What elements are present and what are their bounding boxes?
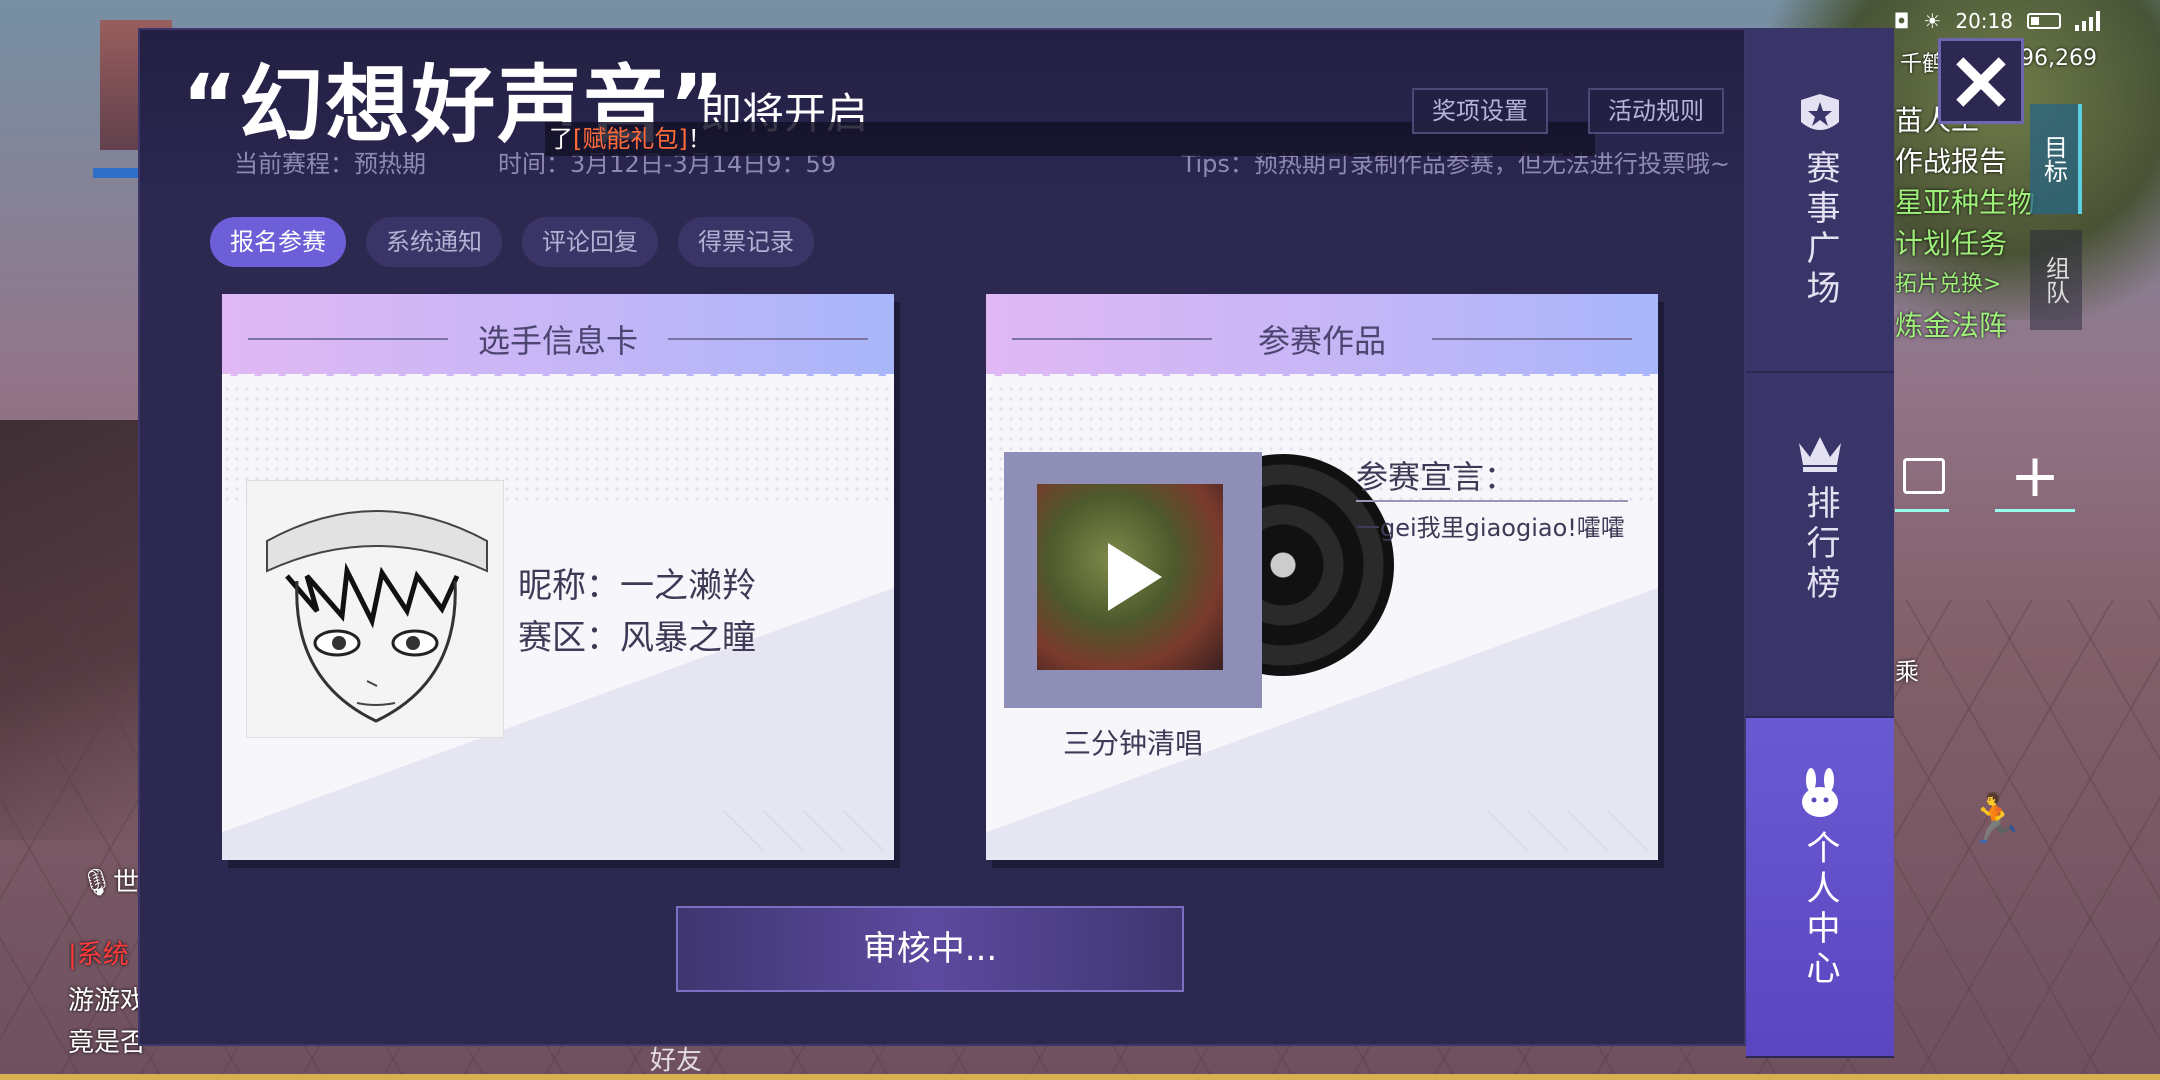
card-decoration [1488, 808, 1648, 854]
modal-header: “幻想好声音” 即将开启 当前赛程：预热期 时间：3月12日-3月14日9：59… [140, 30, 1744, 185]
player-avatar[interactable] [246, 480, 504, 738]
marquee-highlight: [赋能礼包] [573, 125, 688, 153]
tab-bar: 报名参赛 系统通知 评论回复 得票记录 [210, 217, 814, 267]
hud-score: 96,269 [2020, 46, 2097, 71]
tab-notifications[interactable]: 系统通知 [366, 217, 502, 267]
player-info-card: 选手信息卡 昵称：一之濑羚 赛区：风暴之瞳 [222, 294, 894, 860]
play-icon[interactable] [1108, 543, 1162, 611]
award-settings-button[interactable]: 奖项设置 [1412, 88, 1548, 134]
card-decoration [724, 808, 884, 854]
chat-line: |系统 [68, 940, 129, 970]
nav-leaderboard[interactable]: 排行榜 [1746, 373, 1894, 718]
battery-icon [2027, 13, 2061, 29]
crown-icon [1799, 437, 1841, 472]
signal-icon [2075, 11, 2100, 31]
card-title: 选手信息卡 [477, 322, 638, 360]
entry-works-card: 参赛作品 三分钟清唱 参赛宣言： 一gei我里giaogiao!嚯嚯 [986, 294, 1658, 860]
close-icon[interactable] [1938, 38, 2024, 124]
clock: 20:18 [1955, 9, 2013, 33]
mic-icon: 🎙 [80, 868, 114, 898]
chat-line: 游游戏 [68, 986, 147, 1016]
brightness-icon: ☀ [1923, 9, 1942, 33]
status-bar: ◘ ☀ 20:18 [1894, 6, 2100, 36]
quest-line: 作战报告 [1895, 145, 2008, 178]
voice-chat[interactable]: 🎙世 [80, 862, 139, 899]
nav-event-plaza[interactable]: 赛事广场 [1746, 28, 1894, 373]
nav-label: 赛事广场 [1800, 150, 1840, 310]
tab-comment-replies[interactable]: 评论回复 [522, 217, 658, 267]
quest-line: 星亚种生物 [1895, 186, 2036, 219]
phase-text: 当前赛程：预热期 [234, 150, 426, 178]
player-nickname: 昵称：一之濑羚 [518, 566, 756, 606]
cover-image [1037, 484, 1223, 670]
side-nav: 赛事广场 排行榜 个人中心 [1746, 28, 1894, 1058]
work-cover[interactable] [1004, 452, 1262, 708]
star-icon [1801, 94, 1839, 130]
ride-label[interactable]: 乘 [1895, 652, 1919, 687]
work-name: 三分钟清唱 [1062, 727, 1203, 760]
player-zone: 赛区：风暴之瞳 [518, 618, 756, 658]
rules-button[interactable]: 活动规则 [1588, 88, 1724, 134]
tab-register[interactable]: 报名参赛 [210, 217, 346, 267]
quest-line: 炼金法阵 [1895, 309, 2008, 342]
quest-line: 拓片兑换> [1895, 272, 2002, 297]
camera-icon: ◘ [1893, 9, 1910, 33]
target-tab[interactable]: 目标 [2030, 104, 2082, 214]
bottom-strip [0, 1074, 2160, 1080]
quest-tracker[interactable]: 苗人工 作战报告 星亚种生物 计划任务 拓片兑换> 炼金法阵 [1895, 100, 2035, 346]
declaration-label: 参赛宣言： [1356, 452, 1628, 502]
quest-line: 计划任务 [1895, 227, 2008, 260]
chat-line: 竟是否 [68, 1028, 147, 1058]
sprint-icon[interactable]: 🏃 [1965, 790, 2025, 847]
event-modal: “幻想好声音” 即将开启 当前赛程：预热期 时间：3月12日-3月14日9：59… [138, 28, 1746, 1046]
declaration-text: 一gei我里giaogiao!嚯嚯 [1356, 514, 1625, 542]
bag-icon[interactable] [1895, 440, 1949, 512]
rabbit-icon [1802, 768, 1838, 817]
review-status-button[interactable]: 审核中... [676, 906, 1184, 992]
tab-vote-records[interactable]: 得票记录 [678, 217, 814, 267]
nav-label: 排行榜 [1800, 485, 1840, 605]
card-title: 参赛作品 [1257, 322, 1386, 360]
nav-personal-center[interactable]: 个人中心 [1746, 718, 1894, 1058]
nav-label: 个人中心 [1800, 830, 1840, 990]
team-tab[interactable]: 组队 [2030, 230, 2082, 330]
add-icon[interactable]: + [1995, 440, 2075, 512]
